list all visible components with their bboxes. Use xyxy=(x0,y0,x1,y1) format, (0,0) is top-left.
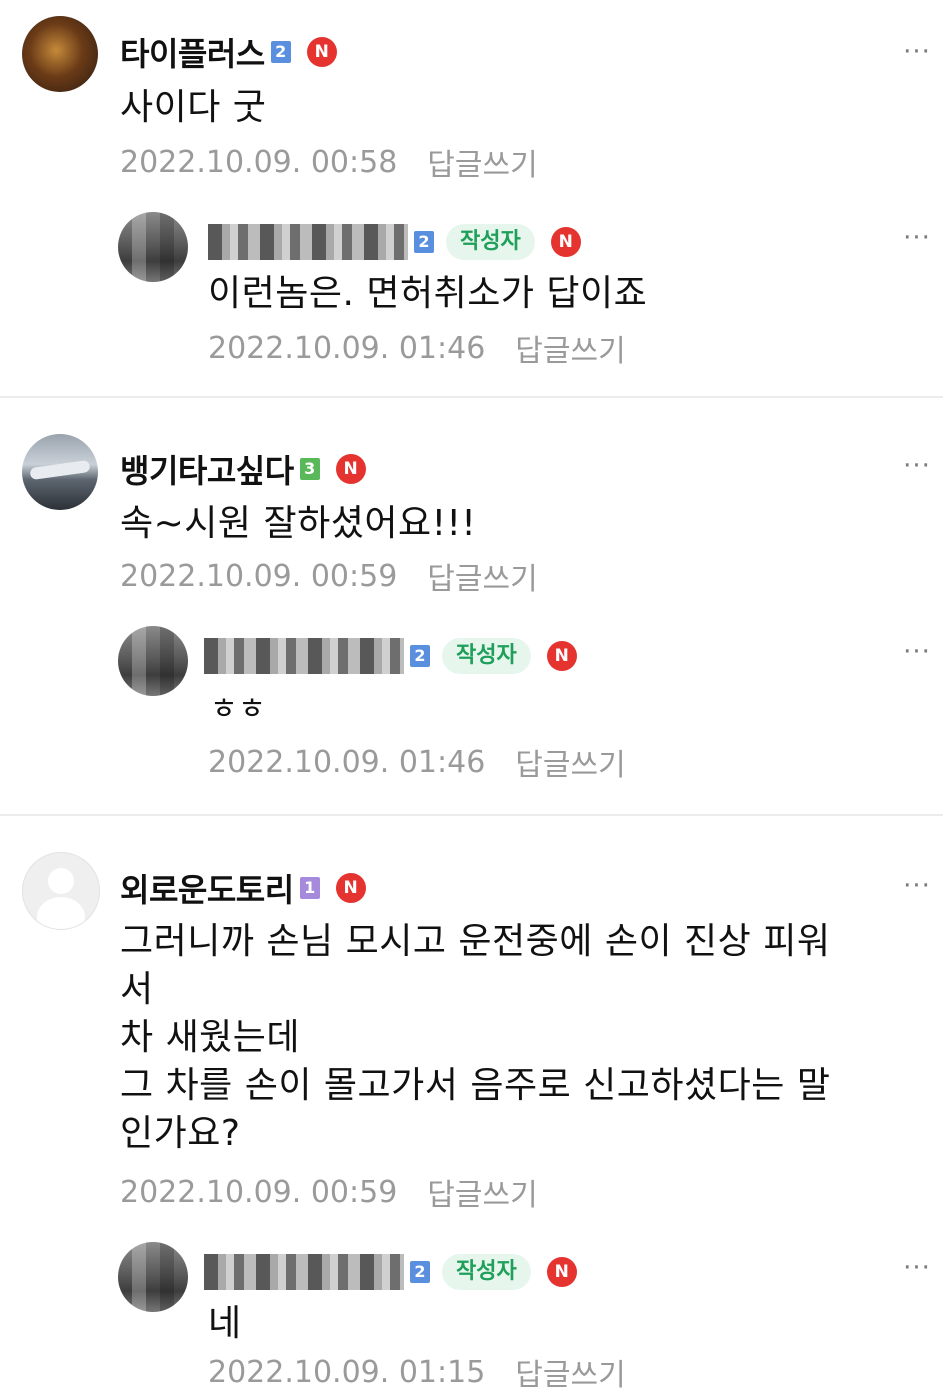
author-badge: 작성자 xyxy=(442,1254,531,1290)
level-badge: 2 xyxy=(414,231,434,253)
level-badge: 2 xyxy=(270,41,291,63)
comment-date: 2022.10.09. 01:46 xyxy=(208,744,486,780)
comment-date: 2022.10.09. 00:58 xyxy=(120,144,398,180)
level-badge: 2 xyxy=(410,645,430,667)
blurred-nickname[interactable] xyxy=(204,638,404,674)
more-options-icon[interactable]: ··· xyxy=(897,453,937,479)
reply-button[interactable]: 답글쓰기 xyxy=(427,140,537,184)
comment-text: ㅎㅎ xyxy=(210,692,267,727)
comment-text: 그러니까 손님 모시고 운전중에 손이 진상 피워 서 차 새웠는데 그 차를 … xyxy=(120,921,831,1154)
author-badge: 작성자 xyxy=(442,638,531,674)
more-options-icon[interactable]: ··· xyxy=(897,873,937,899)
reply-button[interactable]: 답글쓰기 xyxy=(427,554,537,598)
nickname[interactable]: 타이플러스 xyxy=(120,29,265,75)
new-badge: N xyxy=(335,454,366,484)
level-badge: 3 xyxy=(299,458,320,480)
avatar[interactable] xyxy=(118,1242,188,1312)
more-options-icon[interactable]: ··· xyxy=(897,1255,937,1281)
new-badge: N xyxy=(550,227,581,257)
reply-button[interactable]: 답글쓰기 xyxy=(515,740,625,784)
comment-text: 이런놈은. 면허취소가 답이죠 xyxy=(208,273,648,314)
new-badge: N xyxy=(335,873,366,903)
comment-text: 네 xyxy=(208,1303,242,1344)
new-badge: N xyxy=(546,641,577,671)
avatar[interactable] xyxy=(22,434,98,510)
nickname[interactable]: 뱅기타고싶다 xyxy=(120,446,294,492)
reply-button[interactable]: 답글쓰기 xyxy=(427,1170,537,1214)
comment-date: 2022.10.09. 00:59 xyxy=(120,1174,398,1210)
avatar[interactable] xyxy=(22,16,98,92)
new-badge: N xyxy=(306,37,337,67)
reply-button[interactable]: 답글쓰기 xyxy=(515,1350,625,1394)
default-avatar-icon[interactable] xyxy=(22,852,100,930)
author-badge: 작성자 xyxy=(446,224,535,260)
blurred-nickname[interactable] xyxy=(204,1254,404,1290)
level-badge: 2 xyxy=(410,1261,430,1283)
reply-button[interactable]: 답글쓰기 xyxy=(515,326,625,370)
divider xyxy=(0,814,943,816)
new-badge: N xyxy=(546,1257,577,1287)
comment-text: 사이다 굿 xyxy=(120,87,267,128)
avatar[interactable] xyxy=(118,212,188,282)
nickname[interactable]: 외로운도토리 xyxy=(120,865,294,911)
comment-date: 2022.10.09. 00:59 xyxy=(120,558,398,594)
level-badge: 1 xyxy=(299,877,320,899)
comment-date: 2022.10.09. 01:46 xyxy=(208,330,486,366)
comment-text: 속~시원 잘하셨어요!!! xyxy=(120,503,477,544)
divider xyxy=(0,396,943,398)
avatar[interactable] xyxy=(118,626,188,696)
more-options-icon[interactable]: ··· xyxy=(897,39,937,65)
more-options-icon[interactable]: ··· xyxy=(897,639,937,665)
blurred-nickname[interactable] xyxy=(208,224,408,260)
comment-date: 2022.10.09. 01:15 xyxy=(208,1354,486,1390)
more-options-icon[interactable]: ··· xyxy=(897,225,937,251)
